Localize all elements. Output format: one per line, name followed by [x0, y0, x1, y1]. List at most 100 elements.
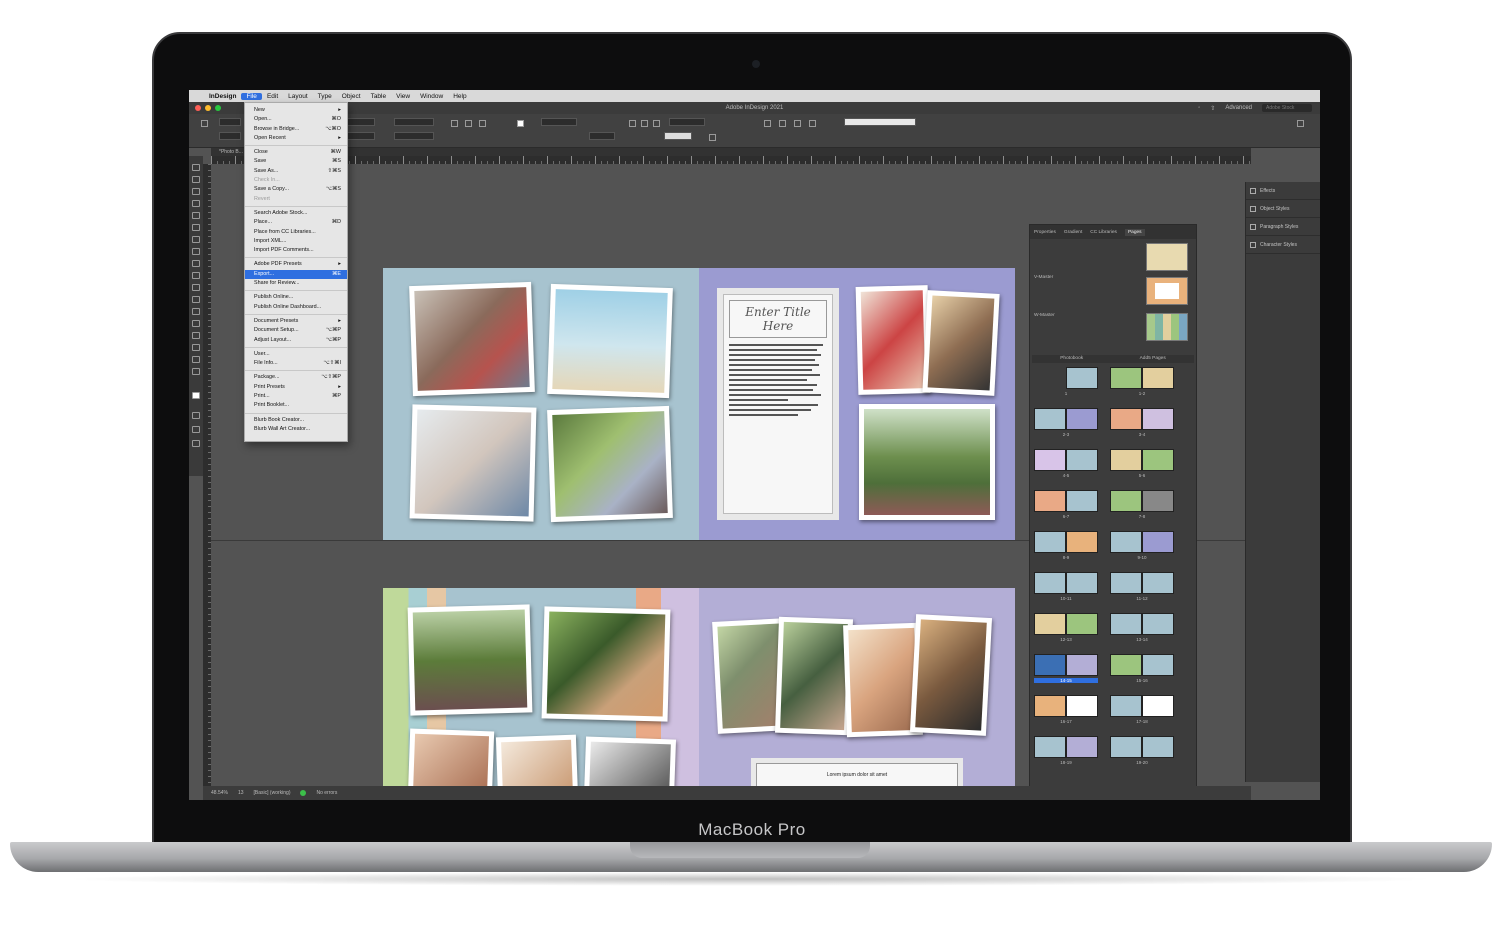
page-thumbnail[interactable] — [1034, 736, 1066, 758]
page-thumbnail[interactable] — [1110, 490, 1142, 512]
document-tab[interactable]: *Photo B... — [219, 149, 243, 155]
auto-fit-checkbox[interactable] — [709, 134, 716, 141]
page-thumbnail[interactable] — [1066, 572, 1098, 594]
page-thumbnail[interactable] — [1066, 654, 1098, 676]
page-spread[interactable]: 18-19 — [1034, 736, 1098, 766]
rectangle-frame-tool-icon[interactable] — [192, 272, 200, 279]
zoom-tool-icon[interactable] — [192, 368, 200, 375]
title-placeholder[interactable]: Enter Title Here — [729, 300, 827, 338]
page-thumbnail[interactable] — [1066, 367, 1098, 389]
page-spread[interactable]: 14-15 — [1034, 654, 1098, 684]
fill-swatch-icon[interactable] — [517, 120, 524, 127]
file-menu-item[interactable]: Adjust Layout... ⌥⌘P — [245, 336, 347, 345]
page-spread[interactable]: 5-6 — [1110, 449, 1174, 479]
photo-frame[interactable] — [922, 290, 1000, 396]
file-menu-item[interactable]: Save As... ⇧⌘S — [245, 167, 347, 176]
rotate-icon[interactable] — [451, 120, 458, 127]
page-thumbnail[interactable] — [1034, 654, 1066, 676]
page-thumbnail[interactable] — [1034, 490, 1066, 512]
page-thumbnail[interactable] — [1034, 572, 1066, 594]
master-label-v[interactable]: V-Master — [1034, 275, 1053, 280]
file-menu-item[interactable]: Share for Review... — [245, 279, 347, 288]
master-thumb[interactable] — [1146, 313, 1188, 341]
type-tool-icon[interactable] — [192, 224, 200, 231]
align-right-icon[interactable] — [653, 120, 660, 127]
page-thumbnail[interactable] — [1110, 613, 1142, 635]
align-top-icon[interactable] — [779, 120, 786, 127]
file-menu-item[interactable]: Place... ⌘D — [245, 218, 347, 227]
file-menu-item[interactable]: Search Adobe Stock... — [245, 209, 347, 218]
master-thumb[interactable] — [1146, 243, 1188, 271]
page-spread[interactable]: 9-10 — [1110, 531, 1174, 561]
page-spread[interactable]: 19-20 — [1110, 736, 1174, 766]
tab-properties[interactable]: Properties — [1034, 230, 1056, 235]
gradient-tool-icon[interactable] — [192, 320, 200, 327]
note-tool-icon[interactable] — [192, 332, 200, 339]
page-spread[interactable]: 1 — [1034, 367, 1098, 397]
menu-object[interactable]: Object — [337, 93, 366, 100]
page-spread[interactable]: 7-8 — [1110, 490, 1174, 520]
tab-cc-libraries[interactable]: CC Libraries — [1090, 230, 1117, 235]
photo-frame[interactable] — [774, 616, 854, 736]
page-spread[interactable]: 12-13 — [1034, 613, 1098, 643]
align-middle-icon[interactable] — [794, 120, 801, 127]
page-thumbnail[interactable] — [1110, 408, 1142, 430]
scale-x-field[interactable] — [394, 118, 434, 126]
page-thumbnail[interactable] — [1066, 613, 1098, 635]
direct-selection-tool-icon[interactable] — [192, 176, 200, 183]
rectangle-tool-icon[interactable] — [192, 284, 200, 291]
page-thumbnail[interactable] — [1034, 531, 1066, 553]
page-thumbnail[interactable] — [1034, 613, 1066, 635]
file-menu-item[interactable]: Package... ⌥⇧⌘P — [245, 373, 347, 382]
hand-tool-icon[interactable] — [192, 356, 200, 363]
pencil-tool-icon[interactable] — [192, 260, 200, 267]
line-tool-icon[interactable] — [192, 236, 200, 243]
page-thumbnail[interactable] — [1142, 490, 1174, 512]
page-thumbnail[interactable] — [1110, 367, 1142, 389]
stroke-offset-field[interactable] — [669, 118, 705, 126]
fit-frame-field[interactable] — [664, 132, 692, 140]
file-menu-item[interactable]: Save ⌘S — [245, 157, 347, 166]
page-left-2[interactable] — [383, 588, 699, 800]
page-thumbnail[interactable] — [1066, 736, 1098, 758]
flip-vertical-icon[interactable] — [479, 120, 486, 127]
file-menu-item[interactable]: Import XML... — [245, 237, 347, 246]
page-spread[interactable]: 10-11 — [1034, 572, 1098, 602]
page-right-1[interactable]: Enter Title Here — [699, 268, 1015, 540]
page-thumbnail[interactable] — [1110, 572, 1142, 594]
page-thumbnail[interactable] — [1142, 736, 1174, 758]
photo-frame[interactable] — [409, 281, 535, 397]
page-thumbnail[interactable] — [1110, 654, 1142, 676]
page-thumbnail[interactable] — [1066, 531, 1098, 553]
gap-tool-icon[interactable] — [192, 200, 200, 207]
page-thumbnail[interactable] — [1066, 695, 1098, 717]
menu-file[interactable]: File — [241, 92, 262, 100]
y-field[interactable] — [219, 132, 241, 140]
file-menu-item[interactable]: New ▸ — [245, 106, 347, 115]
page-thumbnail[interactable] — [1142, 449, 1174, 471]
page-spread[interactable]: 16-17 — [1034, 695, 1098, 725]
content-collector-icon[interactable] — [192, 212, 200, 219]
scissors-tool-icon[interactable] — [192, 296, 200, 303]
page-thumbnail[interactable] — [1110, 531, 1142, 553]
section-add5[interactable]: Add5 Pages — [1140, 355, 1166, 363]
text-card[interactable]: Enter Title Here — [717, 288, 839, 520]
file-menu-item[interactable]: User... — [245, 350, 347, 359]
page-spread[interactable]: 4-5 — [1034, 449, 1098, 479]
stroke-weight-field[interactable] — [541, 118, 577, 126]
photo-frame[interactable] — [541, 606, 671, 722]
panel-effects[interactable]: Effects — [1246, 182, 1320, 200]
tab-gradient[interactable]: Gradient — [1064, 230, 1082, 235]
master-thumb[interactable] — [1146, 277, 1188, 305]
screen-mode-icon[interactable] — [192, 440, 200, 447]
panel-menu-icon[interactable] — [1297, 120, 1304, 127]
photo-frame[interactable] — [547, 405, 673, 523]
page-thumbnail[interactable] — [1142, 654, 1174, 676]
page-number-field[interactable]: 13 — [238, 790, 244, 796]
photo-frame[interactable] — [909, 614, 993, 736]
page-spread[interactable]: 13-14 — [1110, 613, 1174, 643]
file-menu-item[interactable]: File Info... ⌥⇧⌘I — [245, 359, 347, 368]
page-spread[interactable]: 1-2 — [1110, 367, 1174, 397]
preflight-status[interactable]: No errors — [316, 790, 337, 796]
menu-help[interactable]: Help — [448, 93, 471, 100]
